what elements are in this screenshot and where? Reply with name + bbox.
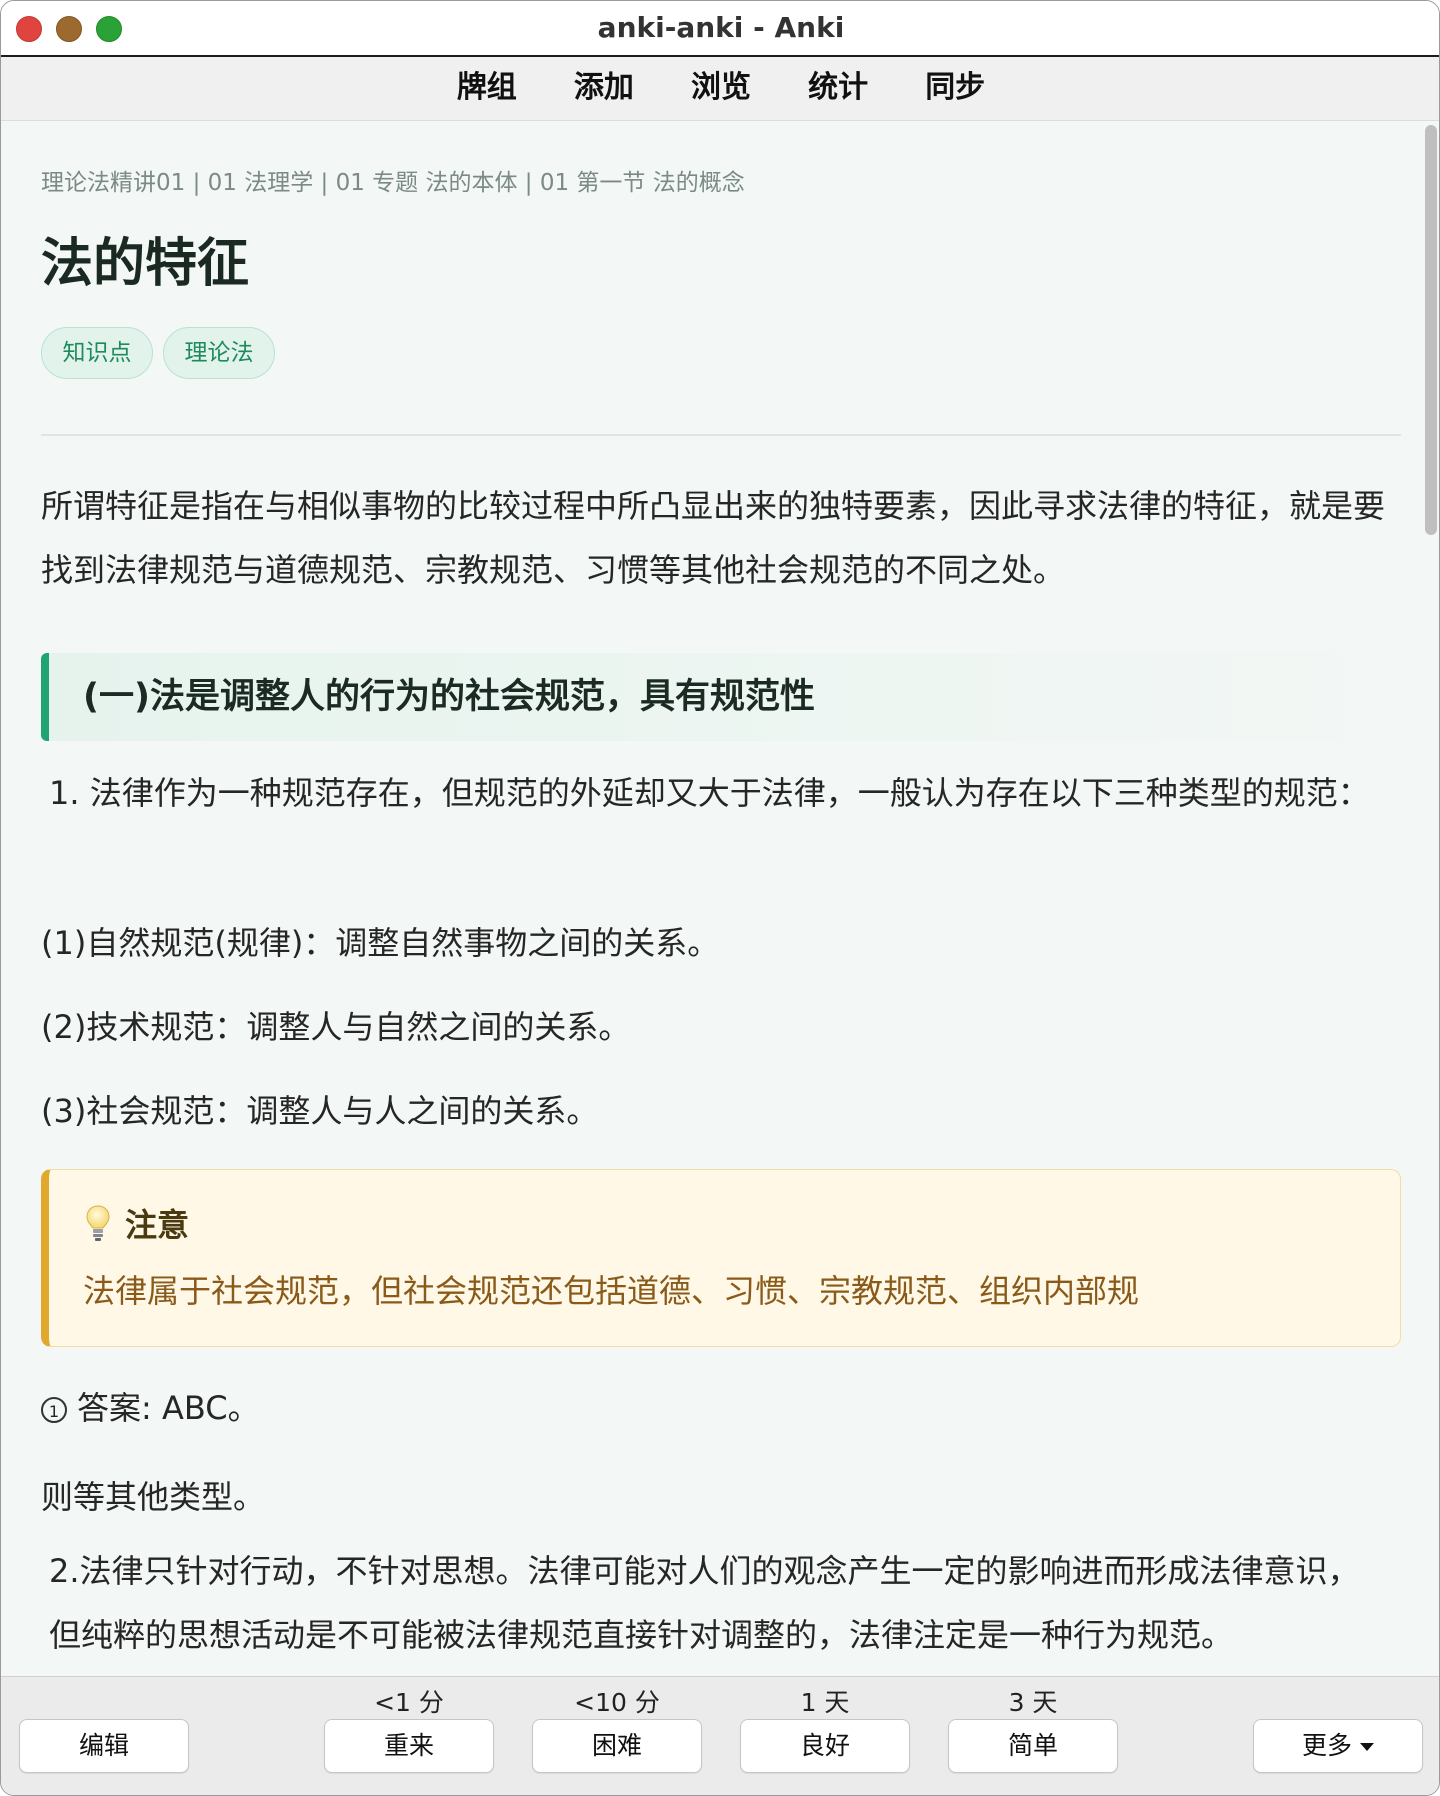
edit-button[interactable]: 编辑 [19,1719,189,1773]
paragraph-technical-norm: (2)技术规范：调整人与自然之间的关系。 [41,1008,631,1046]
paragraph-social-norm: (3)社会规范：调整人与人之间的关系。 [41,1092,599,1130]
answer-line: 1 答案: ABC。 [41,1383,260,1429]
more-button[interactable]: 更多 [1253,1719,1423,1773]
main-toolbar: 牌组 添加 浏览 统计 同步 [1,57,1439,121]
easy-button[interactable]: 简单 [948,1719,1118,1773]
again-button[interactable]: 重来 [324,1719,494,1773]
hard-button[interactable]: 困难 [532,1719,702,1773]
again-interval: <1 分 [374,1688,444,1717]
more-label: 更多 [1301,1731,1352,1760]
section-header: (一)法是调整人的行为的社会规范，具有规范性 [41,653,1377,741]
good-button[interactable]: 良好 [740,1719,910,1773]
toolbar-add[interactable]: 添加 [574,57,634,119]
lightbulb-icon [86,1205,110,1241]
intro-paragraph: 所谓特征是指在与相似事物的比较过程中所凸显出来的独特要素，因此寻求法律的特征，就… [41,487,1386,589]
card-heading: 法的特征 [41,234,250,294]
toolbar-browse[interactable]: 浏览 [691,57,751,119]
toolbar-stats[interactable]: 统计 [808,57,868,119]
circled-number-icon: 1 [41,1397,67,1423]
scrollbar-thumb[interactable] [1425,125,1437,535]
caret-down-icon [1360,1743,1374,1751]
tag-theory-law: 理论法 [163,327,275,379]
note-body: 法律属于社会规范，但社会规范还包括道德、习惯、宗教规范、组织内部规 [83,1272,1140,1310]
paragraph-other-types: 则等其他类型。 [41,1478,266,1516]
paragraph-norm-types: 1. 法律作为一种规范存在，但规范的外延却又大于法律，一般认为存在以下三种类型的… [49,774,1370,812]
card-content[interactable]: 理论法精讲01 | 01 法理学 | 01 专题 法的本体 | 01 第一节 法… [1,121,1421,1676]
paragraph-behavior-norm: 2.法律只针对行动，不针对思想。法律可能对人们的观念产生一定的影响进而形成法律意… [49,1552,1360,1654]
section-title: (一)法是调整人的行为的社会规范，具有规范性 [83,677,815,717]
note-callout: 注意 法律属于社会规范，但社会规范还包括道德、习惯、宗教规范、组织内部规 [41,1169,1401,1347]
review-bottom-bar: 编辑 <1 分 重来 <10 分 困难 1 天 良好 3 天 简单 更多 [1,1676,1439,1795]
divider [41,434,1401,436]
note-title: 注意 [125,1206,190,1244]
easy-interval: 3 天 [1008,1688,1058,1717]
paragraph-natural-norm: (1)自然规范(规律)：调整自然事物之间的关系。 [41,924,720,962]
deck-breadcrumb: 理论法精讲01 | 01 法理学 | 01 专题 法的本体 | 01 第一节 法… [41,170,745,196]
hard-interval: <10 分 [574,1688,660,1717]
window-title: anki-anki - Anki [597,11,845,44]
answer-text: 答案: ABC。 [77,1389,260,1427]
tag-knowledge-point: 知识点 [41,327,153,379]
anki-window: anki-anki - Anki 牌组 添加 浏览 统计 同步 理论法精讲01 … [0,0,1440,1796]
toolbar-sync[interactable]: 同步 [925,57,985,119]
good-interval: 1 天 [800,1688,850,1717]
toolbar-decks[interactable]: 牌组 [457,57,517,119]
title-bar: anki-anki - Anki [1,1,1439,57]
